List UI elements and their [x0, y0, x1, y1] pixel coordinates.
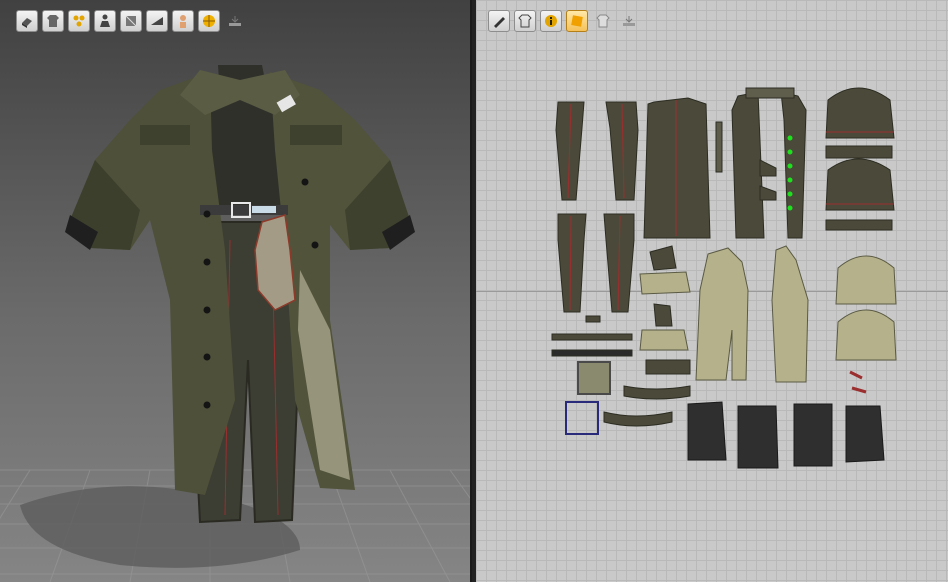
pattern-piece [603, 411, 673, 427]
2d-pattern-window[interactable] [476, 0, 948, 582]
pattern-piece [825, 158, 895, 211]
avatar-pose-icon[interactable] [94, 10, 116, 32]
pattern-piece [759, 159, 777, 177]
chest-pocket-left [140, 125, 190, 145]
selected-pattern-piece [577, 361, 611, 395]
2d-pattern-toolbar [488, 10, 640, 32]
3d-garment-scene[interactable] [0, 0, 472, 582]
pattern-piece [835, 309, 897, 361]
pattern-piece [793, 403, 833, 467]
pattern-piece [695, 247, 749, 381]
pattern-piece [737, 405, 779, 469]
fabric-texture-icon[interactable] [566, 10, 588, 32]
pattern-piece [845, 405, 885, 463]
pattern-piece [687, 401, 727, 461]
pattern-piece [715, 121, 723, 173]
pattern-piece [639, 329, 689, 351]
pattern-piece [551, 333, 633, 341]
ruler-measure-icon[interactable] [224, 10, 246, 32]
belt [200, 202, 288, 218]
thickness-render-icon[interactable] [146, 10, 168, 32]
pattern-pieces[interactable] [476, 0, 948, 582]
pattern-piece [759, 185, 777, 201]
pattern-piece [771, 245, 809, 383]
3d-viewport[interactable] [0, 0, 472, 582]
info-icon[interactable] [540, 10, 562, 32]
pattern-piece [653, 303, 673, 327]
pattern-piece [585, 315, 601, 323]
avatar-display-icon[interactable] [16, 10, 38, 32]
pattern-piece [731, 91, 765, 239]
pattern-piece [835, 255, 897, 305]
pattern-piece [551, 349, 633, 357]
chest-pocket-right [290, 125, 342, 145]
pattern-piece [745, 87, 795, 99]
garment-shaded-icon[interactable] [42, 10, 64, 32]
pattern-piece [825, 87, 895, 139]
pattern-piece [557, 213, 587, 313]
environment-globe-icon[interactable] [198, 10, 220, 32]
pattern-lock-icon[interactable] [592, 10, 614, 32]
pen-visibility-icon[interactable] [488, 10, 510, 32]
ruler-measure-icon[interactable] [618, 10, 640, 32]
pattern-piece [825, 219, 893, 231]
particle-points-icon[interactable] [68, 10, 90, 32]
pattern-piece [780, 91, 807, 239]
selected-outline-box [565, 401, 599, 435]
pattern-piece [639, 271, 691, 295]
pattern-piece [623, 385, 691, 400]
3d-viewport-toolbar [16, 10, 246, 32]
texture-view-icon[interactable] [120, 10, 142, 32]
avatar-skin-icon[interactable] [172, 10, 194, 32]
garment-outline-icon[interactable] [514, 10, 536, 32]
pattern-piece [643, 97, 711, 239]
pattern-piece [645, 359, 691, 375]
pattern-piece [649, 245, 677, 271]
pattern-piece [825, 145, 893, 159]
